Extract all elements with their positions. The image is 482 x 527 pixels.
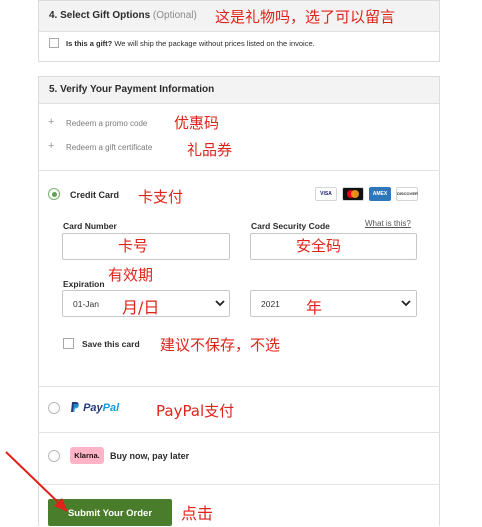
security-code-label: Card Security Code — [251, 221, 330, 231]
submit-annotation: 点击 — [181, 504, 214, 523]
divider-1 — [38, 170, 440, 171]
payment-title: 5. Verify Your Payment Information — [49, 84, 215, 95]
year-chevron-down-icon — [401, 300, 411, 307]
paypal-brand-pal: Pal — [102, 402, 120, 414]
promo-annotation: 优惠码 — [174, 114, 220, 132]
gift-checkbox[interactable] — [49, 38, 59, 48]
card-number-label: Card Number — [63, 221, 117, 231]
gift-question: Is this a gift? — [66, 39, 113, 48]
gift-cert-annotation: 礼品券 — [187, 141, 233, 159]
expiration-year-select[interactable]: 2021 — [250, 290, 417, 317]
gift-cert-plus-icon[interactable]: + — [48, 140, 54, 152]
what-is-this-link[interactable]: What is this? — [365, 219, 411, 228]
paypal-radio[interactable] — [48, 402, 60, 414]
gift-question-text: Is this a gift? We will ship the package… — [66, 39, 315, 48]
gift-certificate-link[interactable]: Redeem a gift certificate — [66, 143, 152, 152]
optional-label: (Optional) — [152, 10, 197, 21]
expiration-label: Expiration — [63, 279, 105, 289]
klarna-label[interactable]: Buy now, pay later — [110, 451, 189, 461]
visa-card-icon: VISA — [315, 187, 337, 201]
paypal-p-icon — [71, 402, 79, 412]
year-annotation: 年 — [306, 298, 323, 317]
gift-annotation: 这是礼物吗，选了可以留言 — [215, 8, 396, 26]
save-card-label[interactable]: Save this card — [82, 339, 140, 349]
mastercard-icon — [342, 187, 364, 201]
discover-card-icon: DISCOVER — [396, 187, 418, 201]
year-value: 2021 — [261, 299, 280, 309]
month-chevron-down-icon — [215, 300, 225, 307]
payment-header: 5. Verify Your Payment Information — [39, 77, 439, 104]
credit-card-annotation: 卡支付 — [138, 188, 184, 206]
red-arrow-annotation — [5, 451, 68, 512]
credit-card-radio[interactable] — [48, 188, 60, 200]
expiration-annotation: 有效期 — [108, 266, 154, 284]
divider-3 — [38, 432, 440, 433]
paypal-annotation: PayPal支付 — [156, 402, 235, 420]
save-card-annotation: 建议不保存，不选 — [160, 336, 281, 354]
card-number-annotation: 卡号 — [118, 237, 149, 255]
promo-plus-icon[interactable]: + — [48, 116, 54, 128]
month-value: 01-Jan — [73, 299, 99, 309]
amex-card-icon: AMEX — [369, 187, 391, 201]
divider-2 — [38, 386, 440, 387]
promo-code-link[interactable]: Redeem a promo code — [66, 119, 147, 128]
mastercard-circles — [347, 190, 359, 198]
divider-4 — [38, 484, 440, 485]
save-card-checkbox[interactable] — [63, 338, 74, 349]
month-annotation: 月/日 — [122, 298, 160, 317]
paypal-brand-pay: Pay — [83, 402, 103, 414]
credit-card-label[interactable]: Credit Card — [70, 190, 119, 200]
security-code-annotation: 安全码 — [296, 237, 342, 255]
paypal-logo[interactable]: PayPal — [70, 401, 119, 414]
gift-options-title: 4. Select Gift Options — [49, 10, 151, 21]
gift-description: We will ship the package without prices … — [112, 39, 315, 48]
